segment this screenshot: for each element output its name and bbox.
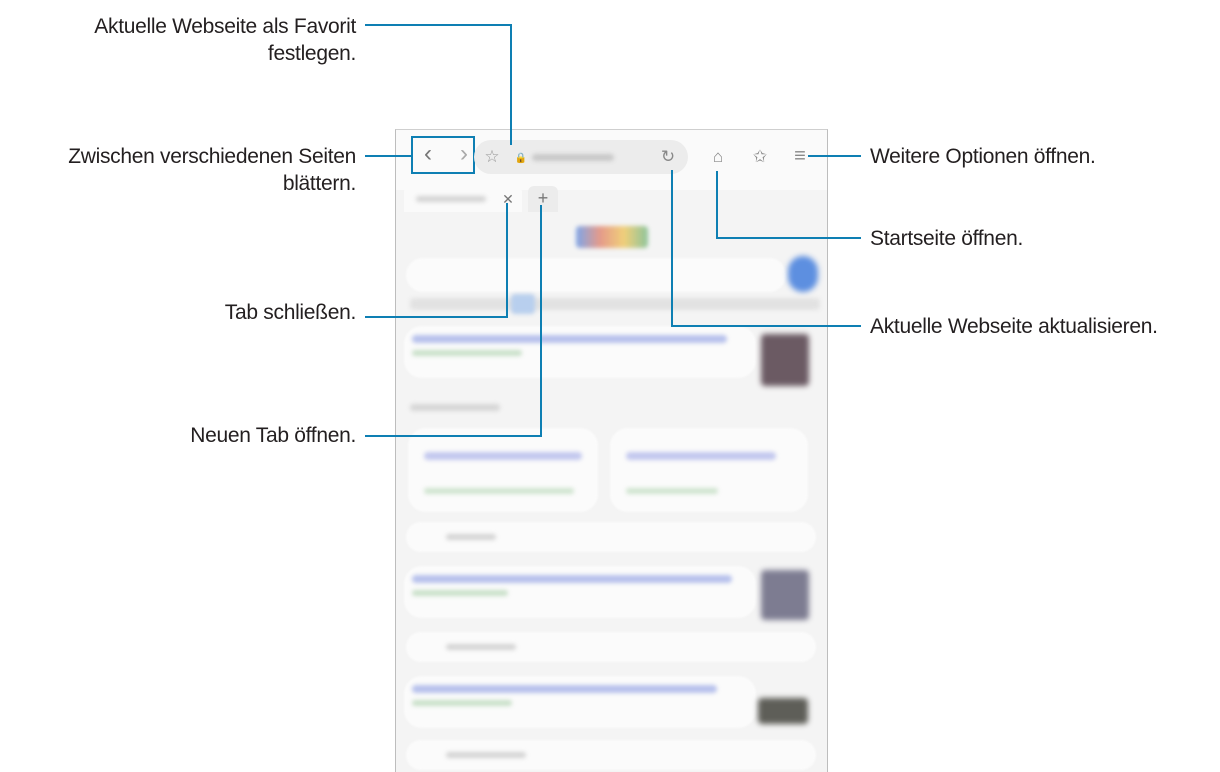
refresh-icon[interactable]: ↻ [658, 147, 678, 167]
result-2-title-blurred [412, 575, 732, 583]
callout-close-tab-v [506, 203, 508, 318]
filter-tab-active-blurred [511, 294, 535, 314]
tab-current[interactable]: ✕ [404, 186, 522, 212]
tab-title-blurred [416, 196, 486, 202]
callout-close-tab-h [365, 316, 508, 318]
bookmarks-icon[interactable]: ✩ [750, 147, 770, 167]
callout-favorite-h [365, 24, 511, 26]
new-tab-icon[interactable]: + [533, 188, 553, 208]
related-row-1-text-blurred [446, 534, 496, 540]
url-text-blurred [532, 154, 614, 161]
news-1-meta-blurred [424, 488, 574, 494]
label-refresh: Aktuelle Webseite aktualisieren. [870, 315, 1158, 338]
callout-home-h [716, 237, 861, 239]
favorite-star-icon[interactable]: ☆ [482, 147, 502, 167]
home-icon[interactable]: ⌂ [708, 147, 728, 167]
result-2-thumbnail-blurred [761, 570, 809, 620]
callout-new-tab-h [365, 435, 542, 437]
label-navigate-line1: Zwischen verschiedenen Seiten [68, 145, 356, 168]
new-tab-button[interactable]: + [528, 186, 558, 212]
back-icon[interactable]: ‹ [418, 142, 438, 166]
label-home: Startseite öffnen. [870, 227, 1023, 250]
forward-icon[interactable]: › [454, 142, 474, 166]
address-bar[interactable]: ☆ 🔒 ↻ [474, 140, 688, 174]
news-1-title-blurred [424, 452, 582, 460]
news-card-2 [610, 428, 808, 512]
section-heading-blurred [410, 404, 500, 411]
label-navigate-line2: blättern. [282, 172, 356, 195]
search-button-blurred [788, 256, 818, 292]
news-2-meta-blurred [626, 488, 718, 494]
result-1-title-blurred [412, 335, 727, 343]
related-row-3-text-blurred [446, 752, 526, 758]
related-row-2-text-blurred [446, 644, 516, 650]
result-3-thumbnail-blurred [758, 698, 808, 724]
label-close-tab: Tab schließen. [224, 301, 357, 324]
label-favorite-line1: Aktuelle Webseite als Favorit [94, 15, 356, 38]
logo-blurred [576, 226, 648, 248]
callout-navigate [365, 155, 411, 157]
close-tab-icon[interactable]: ✕ [500, 189, 516, 209]
callout-favorite-v [510, 24, 512, 145]
news-card-1 [408, 428, 598, 512]
label-favorite-line2: festlegen. [267, 42, 356, 65]
news-2-title-blurred [626, 452, 776, 460]
callout-refresh-h [671, 325, 861, 327]
callout-home-v [716, 171, 718, 238]
lock-icon: 🔒 [514, 153, 528, 164]
result-2-url-blurred [412, 590, 508, 596]
label-new-tab: Neuen Tab öffnen. [190, 424, 356, 447]
result-3-url-blurred [412, 700, 512, 706]
menu-icon[interactable]: ≡ [790, 146, 810, 166]
result-1-thumbnail-blurred [761, 334, 809, 386]
label-more-options: Weitere Optionen öffnen. [870, 145, 1096, 168]
label-favorite: Aktuelle Webseite als Favorit festlegen. [20, 13, 356, 67]
callout-new-tab-v [540, 205, 542, 437]
label-navigate: Zwischen verschiedenen Seiten blättern. [10, 143, 356, 197]
callout-more-options [808, 155, 861, 157]
browser-toolbar: ‹ › ☆ 🔒 ↻ ⌂ ✩ ≡ [396, 130, 827, 190]
result-1-url-blurred [412, 350, 522, 356]
search-box-blurred [406, 258, 786, 292]
filter-tabs-blurred [410, 298, 820, 310]
result-3-title-blurred [412, 685, 717, 693]
callout-refresh-v [671, 170, 673, 326]
browser-screenshot: ‹ › ☆ 🔒 ↻ ⌂ ✩ ≡ ✕ + [395, 129, 828, 772]
